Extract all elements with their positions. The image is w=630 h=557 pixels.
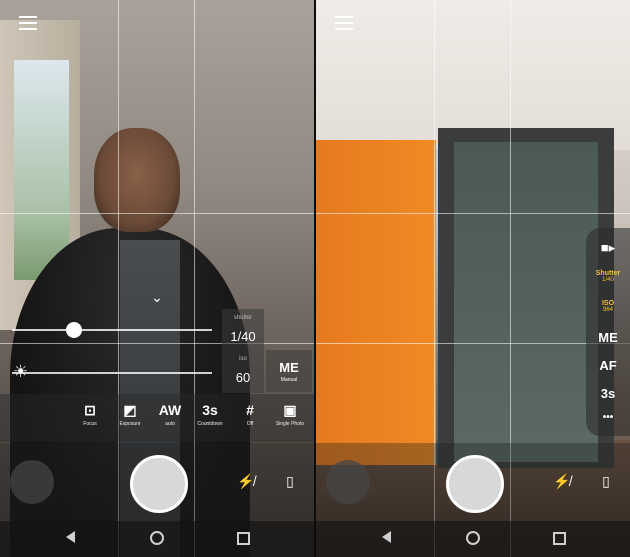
iso-label: iso [239,356,247,362]
right-camera-screen: ■▸ Shutter 1/40 ISO 964 ME AF 3s ••• ⚡̸ … [316,0,630,557]
hamburger-menu-icon[interactable] [19,16,37,30]
manual-values-panel[interactable]: shutter 1/40 iso 60 [222,309,264,393]
manual-exposure-button[interactable]: ME Manual [266,350,312,392]
mode-single-photo[interactable]: ▣ Single Photo [270,402,310,427]
capture-bar: ⚡̸ ▯ [316,443,630,521]
iso-setting[interactable]: ISO 964 [586,300,630,313]
single-photo-icon: ▣ [283,402,297,418]
home-icon[interactable] [466,531,480,545]
iso-label: ISO [601,300,615,307]
mode-countdown[interactable]: 3s Countdown [190,402,230,427]
shutter-slider-track[interactable] [12,329,212,331]
capture-bar: ⚡̸ ▯ [0,443,314,521]
aperture-icon[interactable] [66,322,82,338]
side-settings-menu: ■▸ Shutter 1/40 ISO 964 ME AF 3s ••• [586,228,630,436]
android-nav-bar [0,521,314,557]
scene-window [14,60,69,280]
gallery-thumbnail[interactable] [326,460,370,504]
grid-line [0,213,314,214]
shutter-label: shutter [233,315,253,321]
me-label: ME [279,360,299,375]
scene-grey-panel [454,142,598,462]
countdown-icon: 3s [202,402,218,418]
recents-icon[interactable] [553,532,566,545]
mode-grid[interactable]: # Off [230,402,270,427]
mode-exposure[interactable]: ◩ Exposure [110,402,150,427]
exposure-icon: ◩ [123,402,137,418]
shutter-value[interactable]: 1/40 [222,329,264,344]
scene-person-head [94,128,180,232]
me-sublabel: Manual [280,377,298,383]
awb-icon: AW [158,402,182,418]
brightness-icon[interactable]: ☀ [13,363,28,380]
recents-icon[interactable] [237,532,250,545]
iso-value: 964 [602,307,613,313]
back-icon[interactable] [382,531,391,543]
mode-white-balance[interactable]: AW auto [150,402,190,427]
video-icon[interactable]: ■▸ [586,240,630,256]
shutter-setting[interactable]: Shutter 1/40 [586,270,630,283]
mode-label: Off [246,421,254,427]
shutter-button[interactable] [446,455,504,513]
mode-label: auto [165,421,175,427]
mode-label: Exposure [119,421,141,427]
grid-line [316,213,630,214]
mode-label: Focus [83,421,97,427]
grid-line [0,343,314,344]
timer-button[interactable]: 3s [586,386,630,401]
flash-off-icon[interactable]: ⚡̸ [236,471,256,491]
shutter-value: 1/40 [602,277,614,283]
chevron-down-icon[interactable]: ⌄ [150,290,164,304]
iso-value[interactable]: 60 [222,370,264,385]
exposure-slider-track[interactable] [12,372,212,374]
switch-camera-icon[interactable]: ▯ [280,471,300,491]
home-icon[interactable] [150,531,164,545]
shutter-button[interactable] [130,455,188,513]
mode-label: Single Photo [275,421,305,427]
shutter-label: Shutter [595,270,621,277]
focus-icon: ⊡ [84,402,96,418]
mode-label: Countdown [197,421,223,427]
grid-line [316,343,630,344]
mode-focus[interactable]: ⊡ Focus [70,402,110,427]
autofocus-button[interactable]: AF [586,358,630,373]
hamburger-menu-icon[interactable] [335,16,353,30]
gallery-thumbnail[interactable] [10,460,54,504]
scene-orange-panel [316,140,436,465]
more-options-icon[interactable]: ••• [586,412,630,423]
grid-icon: # [246,402,254,418]
android-nav-bar [316,521,630,557]
manual-exposure-button[interactable]: ME [586,330,630,345]
left-camera-screen: ⌄ ☀ shutter 1/40 iso 60 ME Manual ⊡ Focu… [0,0,314,557]
back-icon[interactable] [66,531,75,543]
flash-off-icon[interactable]: ⚡̸ [552,471,572,491]
switch-camera-icon[interactable]: ▯ [596,471,616,491]
camera-modes-bar: ⊡ Focus ◩ Exposure AW auto 3s Countdown … [0,394,314,442]
